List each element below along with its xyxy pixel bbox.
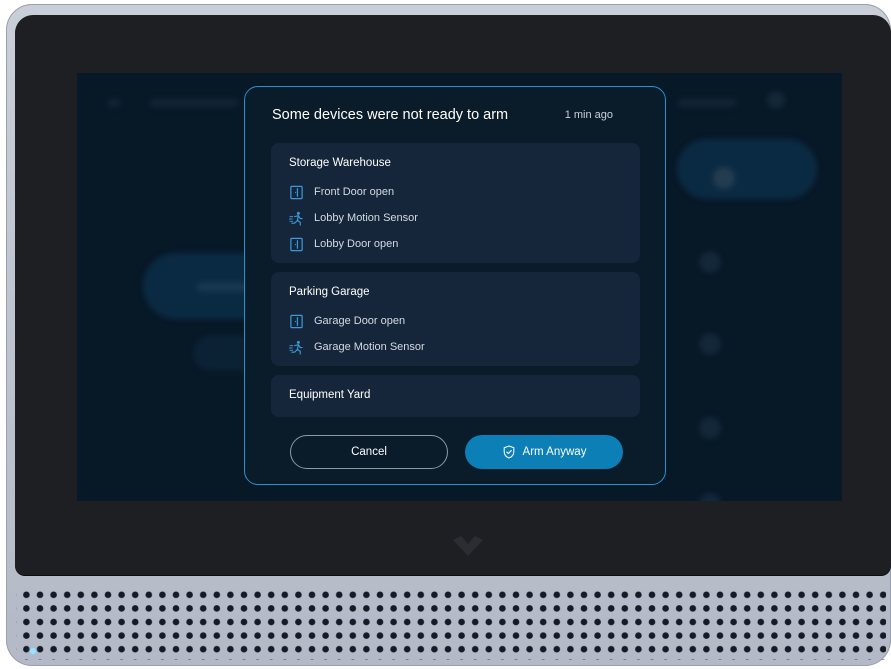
group-title: Storage Warehouse <box>289 157 391 169</box>
dialog-timestamp: 1 min ago <box>564 109 613 121</box>
group-title: Equipment Yard <box>289 389 371 401</box>
brand-logo-icon <box>453 536 483 556</box>
group-title: Parking Garage <box>289 286 370 298</box>
speaker-grille <box>16 588 886 660</box>
motion-sensor-icon <box>289 211 303 226</box>
door-icon <box>290 314 303 328</box>
device-label: Garage Door open <box>314 315 406 327</box>
door-icon <box>290 185 303 199</box>
motion-sensor-icon <box>289 340 303 355</box>
list-item: Garage Door open <box>289 308 622 334</box>
cancel-button[interactable]: Cancel <box>290 435 448 469</box>
arm-anyway-button[interactable]: Arm Anyway <box>465 435 623 469</box>
arm-anyway-button-label: Arm Anyway <box>522 446 587 458</box>
status-led <box>30 648 36 654</box>
device-label: Front Door open <box>314 186 395 198</box>
not-ready-to-arm-dialog: Some devices were not ready to arm 1 min… <box>244 86 666 485</box>
location-group-parking-garage: Parking Garage Garage Door open Garage M… <box>271 272 640 366</box>
cancel-button-label: Cancel <box>351 446 387 458</box>
list-item: Front Door open <box>289 179 622 205</box>
list-item: Lobby Door open <box>289 231 622 257</box>
door-icon <box>290 237 303 251</box>
device-list-scroll[interactable]: Storage Warehouse Front Door open Lobby … <box>271 143 640 417</box>
dialog-title: Some devices were not ready to arm <box>272 107 509 123</box>
shield-check-icon <box>503 445 514 459</box>
device-label: Lobby Door open <box>314 238 399 250</box>
device-label: Garage Motion Sensor <box>314 341 425 353</box>
location-group-storage-warehouse: Storage Warehouse Front Door open Lobby … <box>271 143 640 263</box>
device-label: Lobby Motion Sensor <box>314 212 418 224</box>
location-group-equipment-yard: Equipment Yard <box>271 375 640 417</box>
list-item: Lobby Motion Sensor <box>289 205 622 231</box>
list-item: Garage Motion Sensor <box>289 334 622 360</box>
